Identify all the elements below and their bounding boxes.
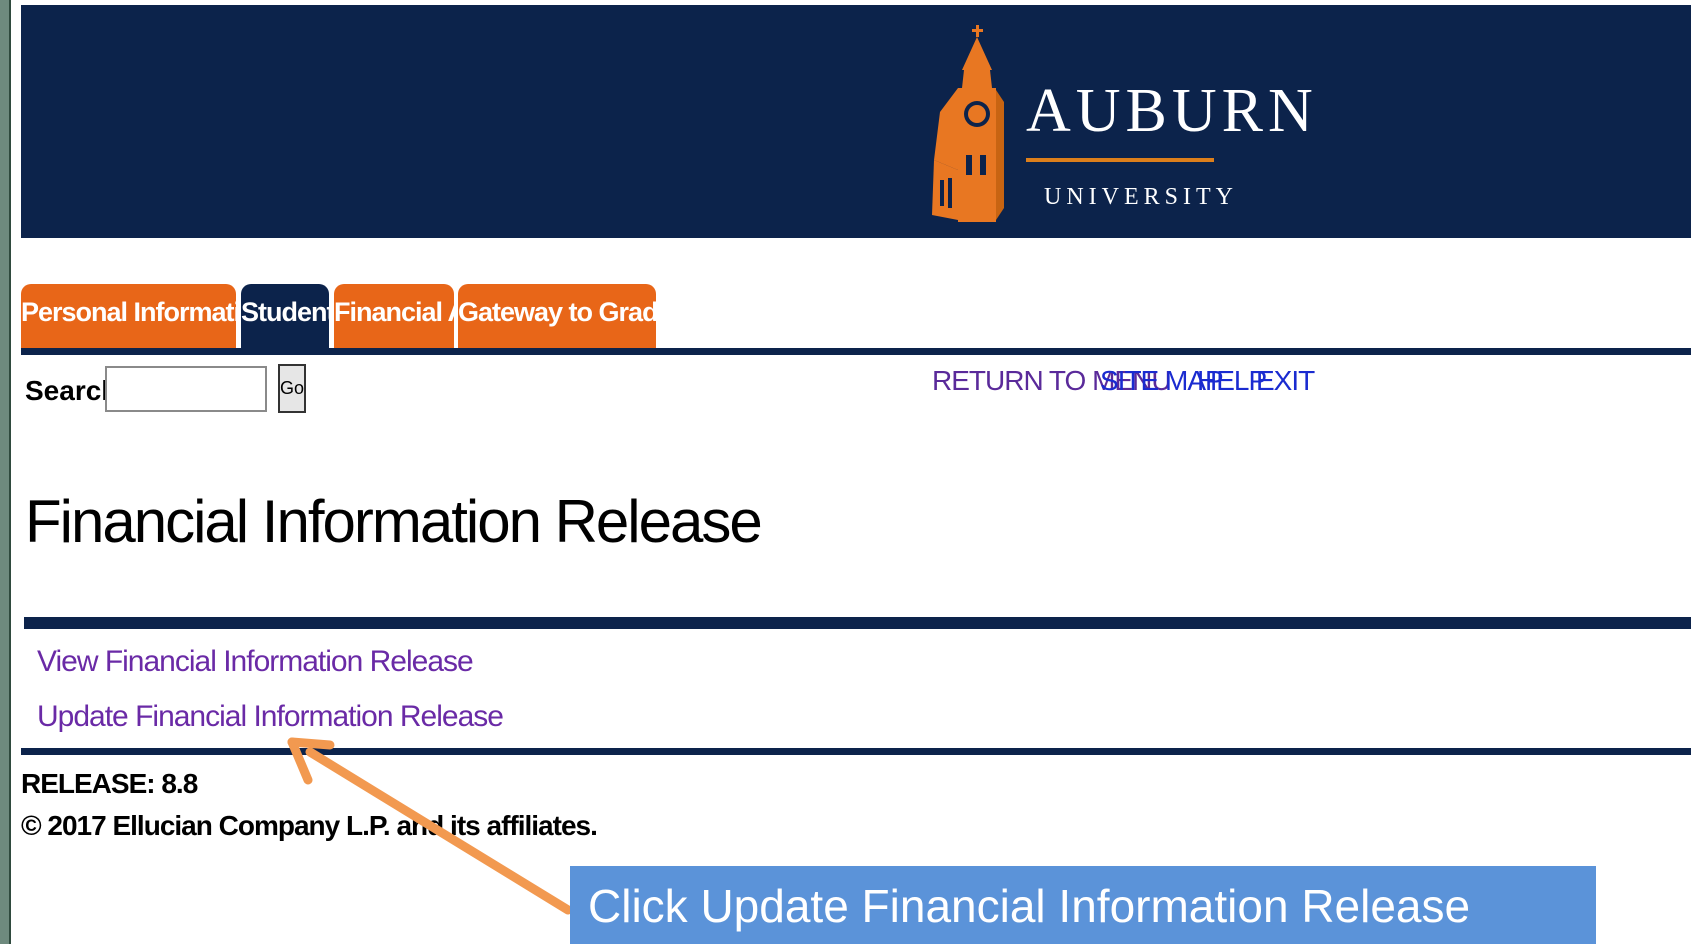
exit-link[interactable]: EXIT [1256,365,1315,397]
auburn-logo[interactable]: AUBURN UNIVERSITY [926,20,1313,230]
footer-divider [21,748,1691,755]
window-left-edge [0,0,20,944]
instruction-callout: Click Update Financial Information Relea… [570,866,1596,944]
tab-personal-information[interactable]: Personal Information [21,284,272,348]
page-title: Financial Information Release [25,488,763,555]
release-info: RELEASE: 8.8 [21,768,198,799]
content-divider [24,617,1691,629]
search-input[interactable] [105,366,267,412]
tab-student[interactable]: Student [241,284,336,348]
logo-divider [1026,158,1214,162]
logo-wordmark: AUBURN [1026,77,1318,145]
tab-gateway-to-grades[interactable]: Gateway to Grades [458,284,687,348]
header-banner: AUBURN UNIVERSITY [21,5,1691,238]
tab-financial-aid[interactable]: Financial Aid [334,284,489,348]
clock-tower-icon [932,25,1004,222]
logo-subtitle: UNIVERSITY [1044,184,1238,210]
tab-underline [21,348,1691,355]
copyright-text: © 2017 Ellucian Company L.P. and its aff… [21,810,598,841]
view-financial-information-release-link[interactable]: View Financial Information Release [37,645,474,679]
go-button[interactable]: Go [278,364,306,413]
update-financial-information-release-link[interactable]: Update Financial Information Release [37,700,504,734]
